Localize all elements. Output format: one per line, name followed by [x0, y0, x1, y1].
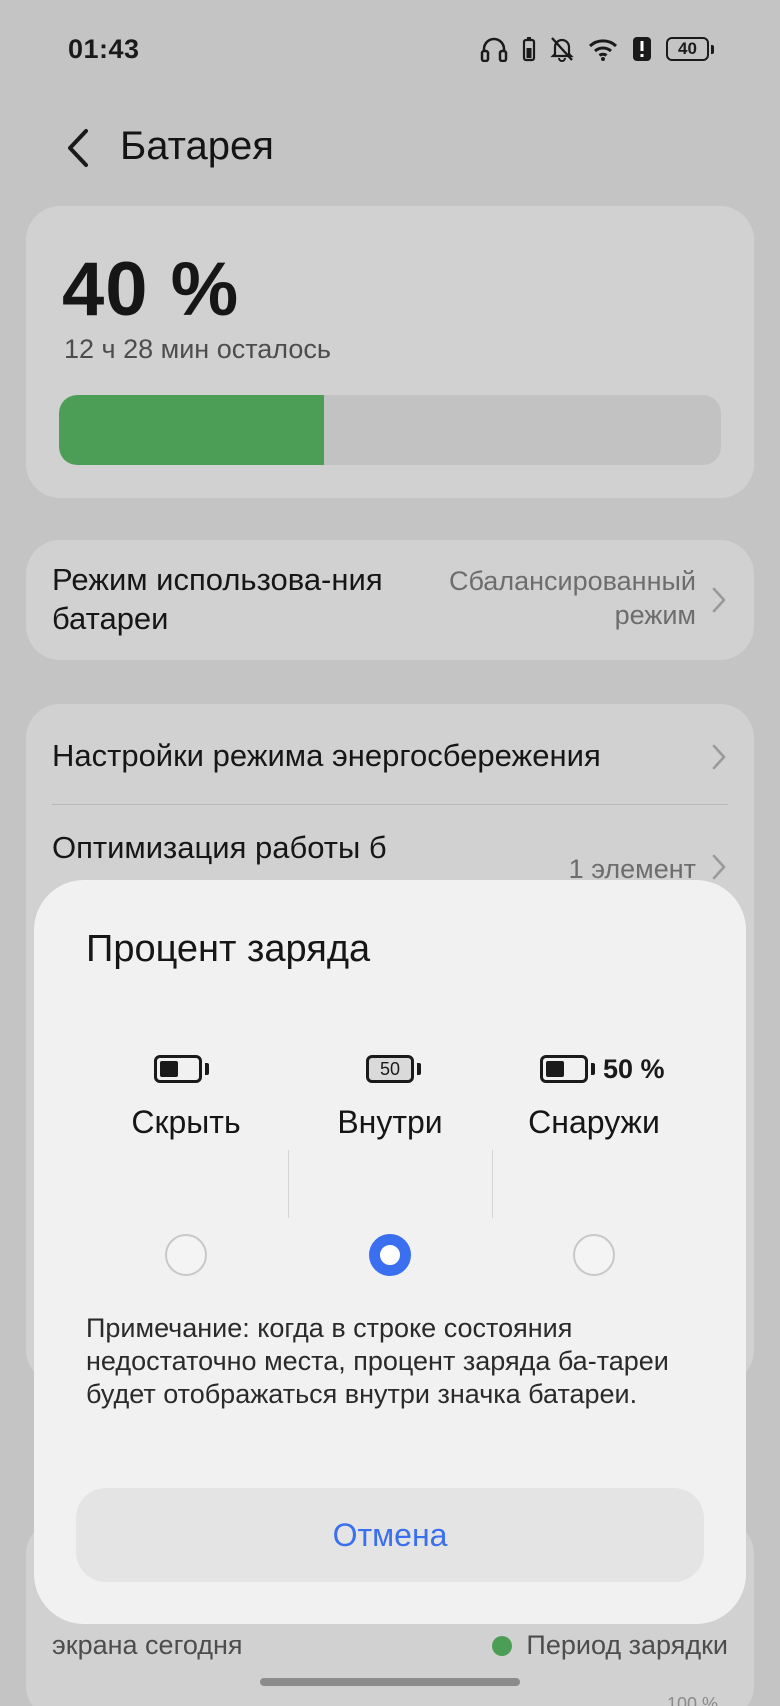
option-hide-label: Скрыть: [131, 1104, 241, 1140]
battery-outside-percent-icon: 50 %: [540, 1050, 665, 1088]
charging-period-legend: Период зарядки: [492, 1630, 728, 1661]
option-outside[interactable]: 50 % Снаружи: [492, 1050, 696, 1276]
option-outside-radio[interactable]: [573, 1234, 615, 1276]
dialog-note: Примечание: когда в строке состояния нед…: [86, 1313, 669, 1409]
battery-time-remaining: 12 ч 28 мин осталось: [64, 334, 331, 364]
muted-bell-icon: [550, 37, 574, 62]
battery-level-fill: [59, 395, 324, 465]
status-time: 01:43: [68, 34, 140, 64]
battery-level-bar: [59, 395, 721, 465]
power-saving-settings-label: Настройки режима энергосбережения: [52, 738, 601, 773]
back-button[interactable]: [56, 126, 100, 170]
usage-axis-top-label: 100 %: [666, 1694, 718, 1706]
chevron-right-icon: [712, 744, 726, 770]
app-header: Батарея: [0, 108, 780, 188]
option-inside[interactable]: 50 Внутри: [288, 1050, 492, 1276]
home-indicator[interactable]: [260, 1678, 520, 1686]
battery-optimization-label: Оптимизация работы б: [52, 830, 387, 865]
alert-icon: [633, 37, 651, 61]
legend-dot: [492, 1635, 513, 1656]
inside-percent-text: 50: [366, 1055, 414, 1083]
option-inside-label: Внутри: [337, 1104, 443, 1140]
screen-usage-label: экрана сегодня: [52, 1630, 243, 1660]
battery-status-card: 40 % 12 ч 28 мин осталось: [26, 206, 754, 498]
battery-icon: 40: [666, 37, 714, 61]
dialog-title: Процент заряда: [86, 928, 371, 970]
chevron-right-icon: [712, 854, 726, 880]
battery-percent: 40 %: [62, 247, 240, 332]
battery-inside-percent-icon: 50: [366, 1050, 421, 1088]
outside-percent-text: 50 %: [603, 1053, 665, 1084]
charging-device-icon: [522, 37, 536, 62]
headphones-icon: [480, 37, 508, 62]
option-outside-label: Снаружи: [528, 1104, 660, 1140]
legend-label: Период зарядки: [526, 1630, 728, 1660]
cancel-button[interactable]: Отмена: [76, 1488, 704, 1582]
status-bar: 01:43 40: [0, 0, 780, 100]
divider: [52, 804, 728, 805]
status-battery-level: 40: [666, 37, 709, 61]
percentage-options: Скрыть 50 Внутри 50 % Снаружи: [84, 1050, 696, 1276]
battery-mode-value: Сбалансированный режим: [448, 566, 696, 630]
option-hide-radio[interactable]: [165, 1234, 207, 1276]
status-icons: 40: [480, 36, 714, 62]
option-hide[interactable]: Скрыть: [84, 1050, 288, 1276]
battery-mode-label: Режим использова-ния батареи: [52, 562, 383, 636]
chevron-right-icon: [712, 587, 726, 613]
battery-mode-row[interactable]: Режим использова-ния батареи Сбалансиров…: [26, 540, 754, 660]
chevron-left-icon: [68, 129, 88, 167]
wifi-icon: [588, 39, 618, 61]
battery-percentage-dialog: Процент заряда Скрыть 50 Внутри 50 % Сна…: [34, 880, 746, 1624]
battery-hidden-percent-icon: [154, 1050, 209, 1088]
page-title: Батарея: [120, 124, 274, 168]
option-inside-radio[interactable]: [369, 1234, 411, 1276]
